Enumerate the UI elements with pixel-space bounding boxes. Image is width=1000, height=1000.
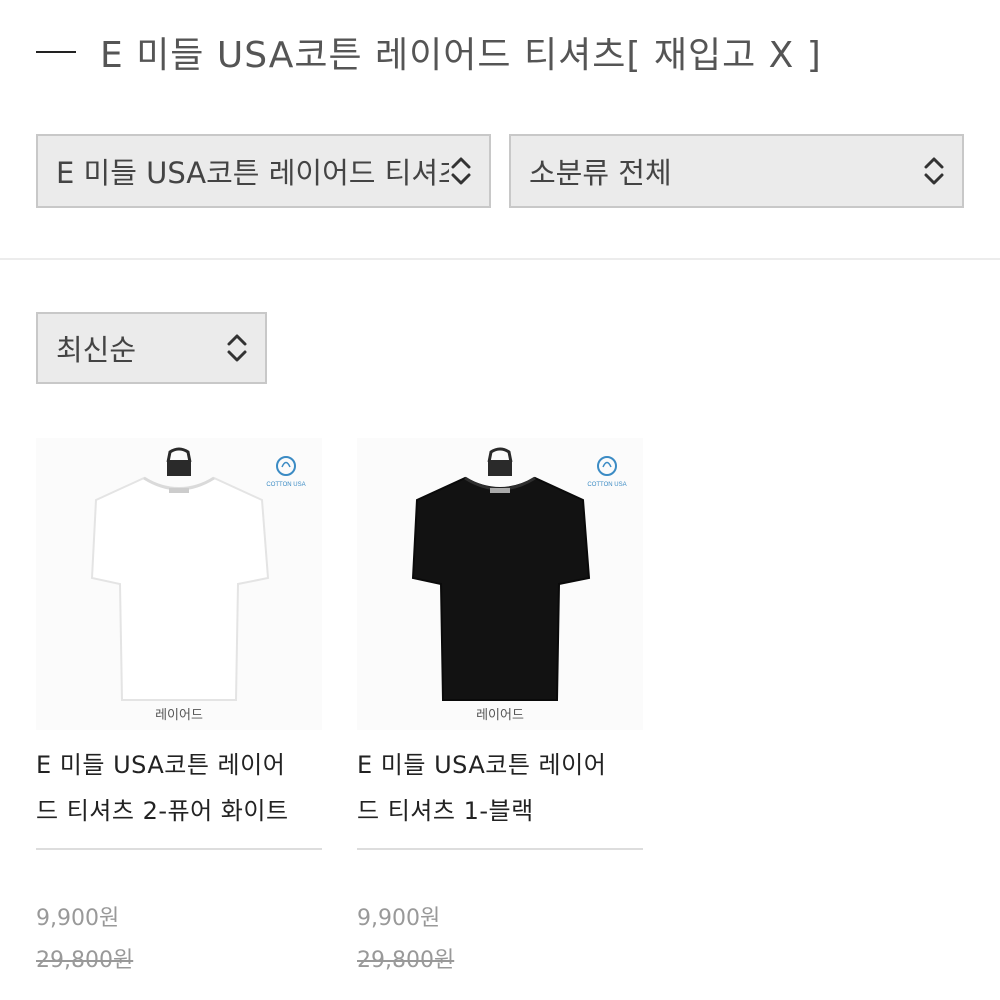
- subcategory-select-value: 소분류 전체: [529, 156, 672, 190]
- tshirt-shape: [411, 476, 591, 701]
- product-image[interactable]: COTTON USA: [36, 438, 322, 730]
- category-select[interactable]: E 미들 USA코튼 레이어드 티셔츠[ 재입고 X ]: [36, 134, 491, 208]
- brand-label: 레이어드: [476, 708, 524, 723]
- card-divider: [36, 848, 322, 850]
- product-image[interactable]: COTTON USA: [357, 438, 643, 730]
- sale-price: 9,900원: [36, 906, 120, 931]
- card-divider: [357, 848, 643, 850]
- svg-text:COTTON USA: COTTON USA: [587, 482, 626, 488]
- category-select-value: E 미들 USA코튼 레이어드 티셔츠[ 재입고 X ]: [56, 156, 449, 190]
- product-name-line: 드 티셔츠 1-블랙: [357, 797, 534, 825]
- product-name-line: E 미들 USA코튼 레이어: [357, 751, 607, 779]
- product-name[interactable]: E 미들 USA코튼 레이어 드 티셔츠 1-블랙: [357, 742, 643, 834]
- brand-label: 레이어드: [155, 708, 203, 723]
- cotton-usa-badge-icon: COTTON USA: [587, 456, 627, 488]
- sale-price: 9,900원: [357, 906, 441, 931]
- tshirt-on-hanger-image: COTTON USA: [90, 447, 306, 701]
- tshirt-on-hanger-image: COTTON USA: [411, 447, 627, 701]
- product-name-line: 드 티셔츠 2-퓨어 화이트: [36, 797, 289, 825]
- tshirt-shape: [90, 476, 270, 701]
- chevron-up-down-icon: [451, 157, 471, 185]
- product-name[interactable]: E 미들 USA코튼 레이어 드 티셔츠 2-퓨어 화이트: [36, 742, 322, 834]
- header-dash-icon: [36, 51, 76, 53]
- sort-select-value: 최신순: [56, 333, 137, 367]
- product-card-black-tshirt[interactable]: COTTON USA 레이어드 E 미들 USA코튼 레이어 드 티셔츠 1-블…: [357, 438, 643, 978]
- sort-select[interactable]: 최신순: [36, 312, 267, 384]
- cotton-usa-badge-icon: COTTON USA: [266, 456, 306, 488]
- page-header: E 미들 USA코튼 레이어드 티셔츠[ 재입고 X ]: [36, 22, 822, 82]
- subcategory-select[interactable]: 소분류 전체: [509, 134, 964, 208]
- original-price: 29,800원: [357, 948, 455, 973]
- chevron-up-down-icon: [227, 334, 247, 362]
- product-card-white-tshirt[interactable]: COTTON USA 레이어드 E 미들 USA코튼 레이어 드 티셔츠 2-퓨…: [36, 438, 322, 978]
- svg-text:COTTON USA: COTTON USA: [266, 482, 305, 488]
- product-name-line: E 미들 USA코튼 레이어: [36, 751, 286, 779]
- chevron-up-down-icon: [924, 157, 944, 185]
- section-divider: [0, 258, 1000, 260]
- page-title: E 미들 USA코튼 레이어드 티셔츠[ 재입고 X ]: [100, 35, 822, 76]
- original-price: 29,800원: [36, 948, 134, 973]
